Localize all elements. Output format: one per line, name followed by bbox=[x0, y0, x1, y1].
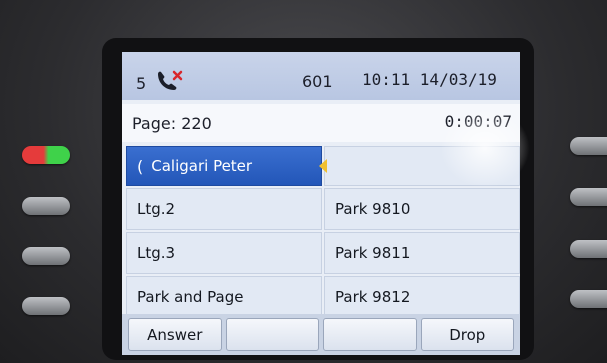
line-key-label: Park and Page bbox=[137, 288, 244, 306]
line-key-park-and-page[interactable]: Park and Page bbox=[126, 276, 322, 318]
line-key-label: Ltg.3 bbox=[137, 244, 176, 262]
answer-softkey[interactable]: Answer bbox=[128, 318, 222, 351]
right-line-key-4[interactable] bbox=[570, 290, 607, 308]
line-key-ltg3[interactable]: Ltg.3 bbox=[126, 232, 322, 274]
line-key-ltg2[interactable]: Ltg.2 bbox=[126, 188, 322, 230]
line-key-label: Ltg.2 bbox=[137, 200, 176, 218]
line-key-empty[interactable] bbox=[324, 146, 520, 186]
line-key-grid: ( Caligari Peter Ltg.2 Park 9810 Ltg.3 P… bbox=[126, 146, 520, 318]
line-key-label: Caligari Peter bbox=[151, 157, 253, 175]
line-key-label: Park 9812 bbox=[335, 288, 411, 306]
call-info-row: Page: 220 0:00:07 bbox=[122, 104, 520, 142]
right-line-key-2[interactable] bbox=[570, 188, 607, 206]
phone-display: 5 601 10:11 14/03/19 Page: 220 0:00:07 (… bbox=[122, 52, 520, 355]
softkey-2[interactable] bbox=[225, 318, 319, 351]
softkey-3[interactable] bbox=[323, 318, 417, 351]
left-line-key-3[interactable] bbox=[22, 247, 70, 265]
missed-call-count: 5 bbox=[136, 74, 147, 93]
left-line-key-2[interactable] bbox=[22, 197, 70, 215]
line-key-caligari-peter[interactable]: ( Caligari Peter bbox=[126, 146, 327, 186]
active-line-marker-icon bbox=[319, 159, 327, 173]
left-line-key-4[interactable] bbox=[22, 297, 70, 315]
missed-call-icon bbox=[158, 70, 183, 90]
line-key-park-9810[interactable]: Park 9810 bbox=[324, 188, 520, 230]
line-key-park-9812[interactable]: Park 9812 bbox=[324, 276, 520, 318]
left-line-key-1-led[interactable] bbox=[22, 146, 70, 164]
right-line-key-3[interactable] bbox=[570, 240, 607, 258]
call-timer: 0:00:07 bbox=[444, 112, 512, 131]
softkey-bar: Answer Drop bbox=[122, 314, 520, 355]
page-label: Page: 220 bbox=[132, 114, 212, 133]
drop-softkey[interactable]: Drop bbox=[420, 318, 514, 351]
date-time: 10:11 14/03/19 bbox=[362, 70, 497, 89]
status-bar: 5 601 10:11 14/03/19 bbox=[122, 52, 520, 100]
handset-icon: ( bbox=[137, 156, 144, 176]
line-key-park-9811[interactable]: Park 9811 bbox=[324, 232, 520, 274]
line-key-label: Park 9811 bbox=[335, 244, 411, 262]
extension-number: 601 bbox=[302, 72, 333, 91]
line-key-label: Park 9810 bbox=[335, 200, 411, 218]
right-line-key-1[interactable] bbox=[570, 137, 607, 155]
